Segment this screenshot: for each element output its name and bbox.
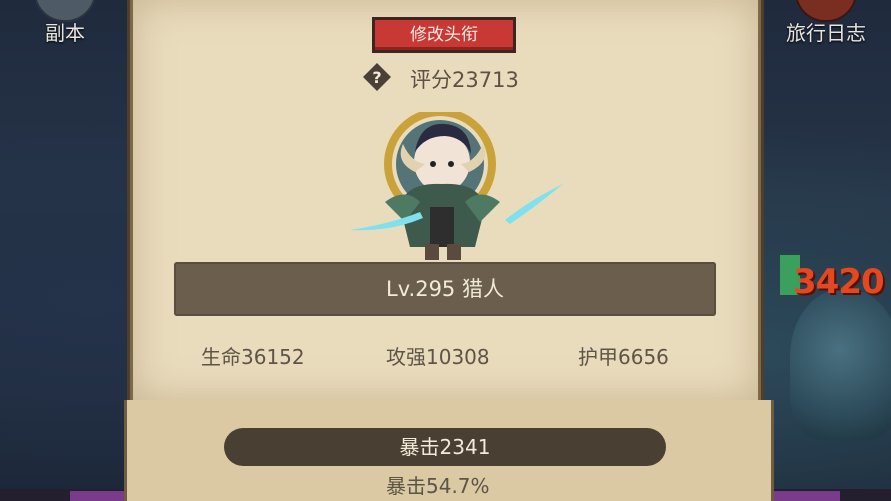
hp-stat: 生命36152 [201, 345, 305, 369]
damage-number: 3420 [793, 262, 885, 302]
attack-stat: 攻强10308 [386, 345, 490, 369]
level-class-bar: Lv.295 猎人 [174, 262, 716, 316]
hero-portrait [345, 108, 570, 262]
crit-rating-bar: 暴击2341 [224, 428, 666, 466]
help-icon[interactable]: ? [362, 62, 392, 92]
dungeon-menu-button[interactable]: 副本 [0, 0, 130, 50]
armor-stat: 护甲6656 [578, 345, 669, 369]
dungeon-label: 副本 [45, 21, 85, 45]
svg-text:?: ? [372, 68, 381, 87]
travel-log-button[interactable]: 旅行日志 [761, 0, 891, 50]
score-text: 评分23713 [410, 68, 519, 92]
travel-log-label: 旅行日志 [786, 21, 866, 45]
crit-percent-text: 暴击54.7% [386, 474, 490, 498]
change-title-button[interactable]: 修改头衔 [372, 17, 516, 53]
monster-sprite [790, 290, 891, 440]
